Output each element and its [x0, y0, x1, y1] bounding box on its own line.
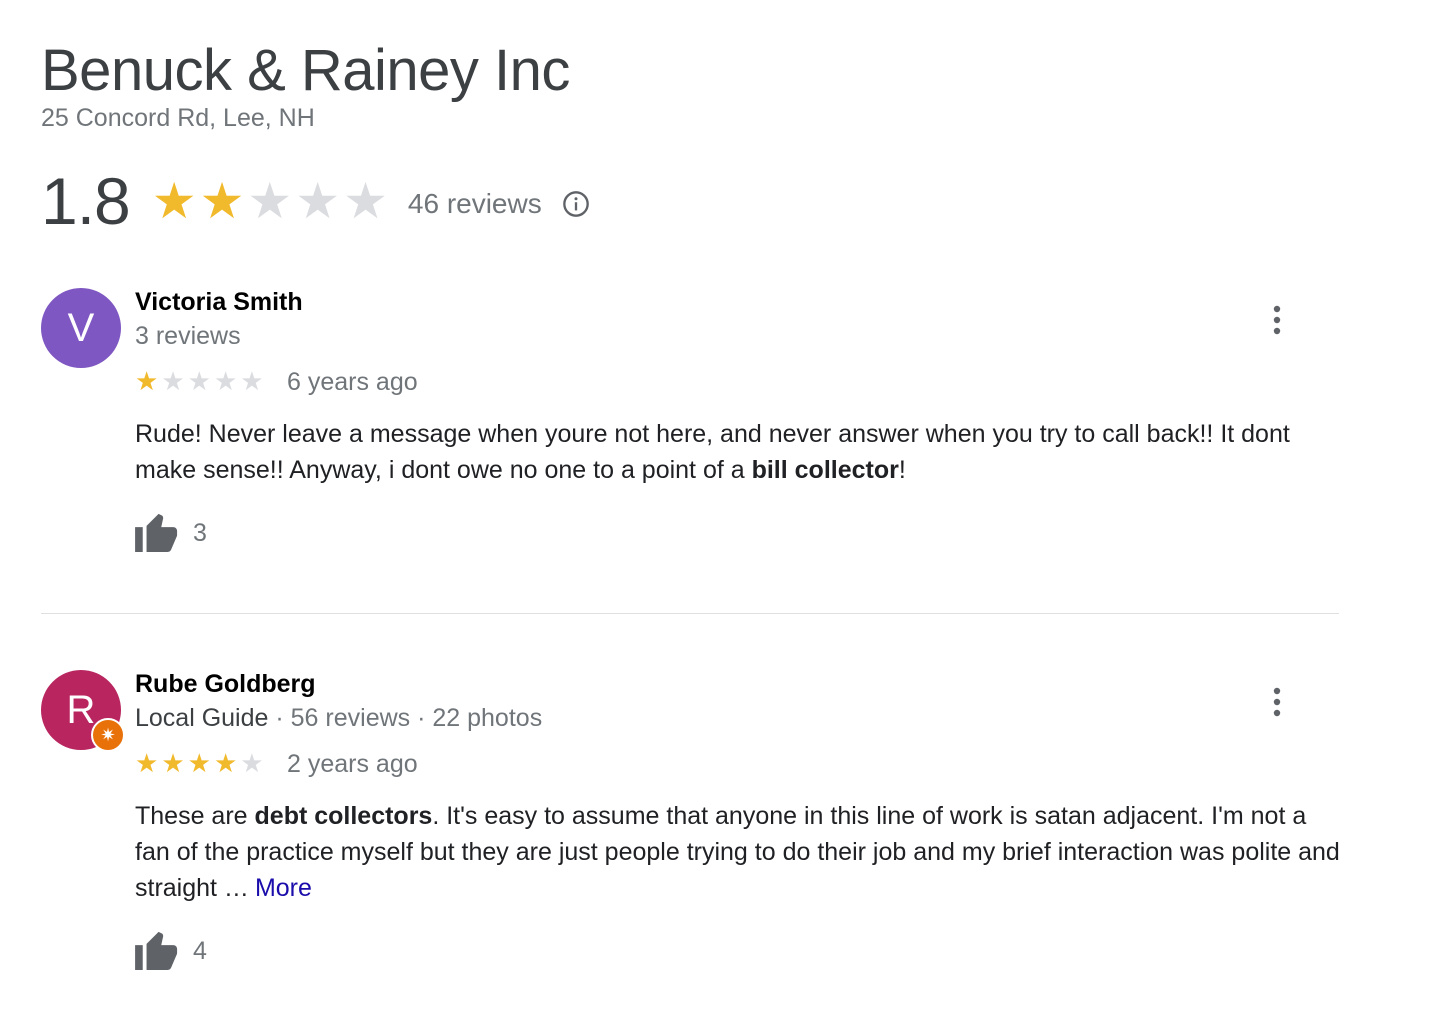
star-filled-icon: ★ [213, 748, 238, 778]
meta-separator: · [410, 704, 433, 732]
star-empty-icon: ★ [295, 173, 341, 229]
star-empty-icon: ★ [240, 366, 264, 396]
reviewer-review-count: 56 reviews [290, 704, 411, 732]
star-empty-icon: ★ [343, 173, 388, 229]
rating-summary: 1.8 ★ ★ ★ ★ ★ 46 reviews [41, 164, 590, 238]
star-filled-icon: ★ [187, 748, 211, 778]
avatar[interactable]: R ✷ [41, 670, 125, 752]
star-empty-icon: ★ [213, 366, 238, 396]
star-empty-icon: ★ [161, 366, 185, 396]
local-guide-label: Local Guide [135, 704, 269, 732]
review-text-highlight: bill collector [751, 456, 899, 484]
star-empty-icon: ★ [240, 748, 264, 778]
reviewer-name[interactable]: Rube Goldberg [135, 670, 316, 699]
more-options-button[interactable] [1257, 302, 1297, 342]
review-count-link[interactable]: 46 reviews [408, 188, 542, 220]
rating-score: 1.8 [41, 164, 131, 238]
review-text: These are debt collectors. It's easy to … [135, 798, 1345, 906]
star-filled-icon: ★ [135, 366, 159, 396]
reviewer-photo-count: 22 photos [432, 704, 543, 732]
avatar[interactable]: V [41, 288, 121, 368]
review-text-part: These are [135, 802, 255, 830]
reviewer-meta: 3 reviews [135, 322, 241, 351]
review-text: Rude! Never leave a message when youre n… [135, 416, 1345, 488]
info-circle-icon[interactable] [562, 190, 590, 218]
avatar-letter: V [67, 305, 95, 350]
review-stars: ★ ★ ★ ★ ★ [135, 750, 264, 776]
reviewer-name[interactable]: Victoria Smith [135, 288, 303, 317]
review-date: 6 years ago [287, 368, 418, 396]
review-stars: ★ ★ ★ ★ ★ [135, 368, 264, 394]
review-item: V Victoria Smith 3 reviews ★ ★ ★ ★ ★ 6 years… [41, 288, 1341, 568]
avatar-letter: R [66, 687, 96, 732]
review-text-highlight: debt collectors [254, 802, 433, 830]
star-filled-icon: ★ [199, 173, 245, 229]
review-date: 2 years ago [287, 750, 418, 778]
review-text-part: Rude! Never leave a message when youre n… [135, 420, 1290, 484]
more-options-button[interactable] [1257, 684, 1297, 724]
thumb-up-icon [135, 510, 181, 557]
like-button[interactable]: 3 [135, 510, 207, 557]
rating-stars: ★ ★ ★ ★ ★ [152, 176, 388, 226]
reviewer-review-count: 3 reviews [135, 322, 241, 350]
star-filled-icon: ★ [161, 748, 185, 778]
thumb-up-icon [135, 928, 181, 975]
star-filled-icon: ★ [135, 748, 159, 778]
local-guide-badge-icon: ✷ [91, 718, 125, 752]
more-vert-icon [1272, 305, 1282, 340]
more-link[interactable]: More [255, 874, 312, 902]
like-button[interactable]: 4 [135, 928, 207, 975]
more-vert-icon [1272, 687, 1282, 722]
star-filled-icon: ★ [151, 173, 197, 229]
business-title: Benuck & Rainey Inc [41, 38, 570, 103]
business-address: 25 Concord Rd, Lee, NH [41, 104, 315, 132]
like-count: 3 [193, 519, 207, 547]
meta-separator: · [268, 704, 291, 732]
like-count: 4 [193, 937, 207, 965]
review-divider [41, 613, 1339, 614]
review-text-part: ! [898, 456, 906, 484]
review-item: R ✷ Rube Goldberg Local Guide · 56 revie… [41, 670, 1341, 990]
reviewer-meta: Local Guide · 56 reviews · 22 photos [135, 704, 542, 733]
star-empty-icon: ★ [187, 366, 211, 396]
star-empty-icon: ★ [247, 173, 293, 229]
